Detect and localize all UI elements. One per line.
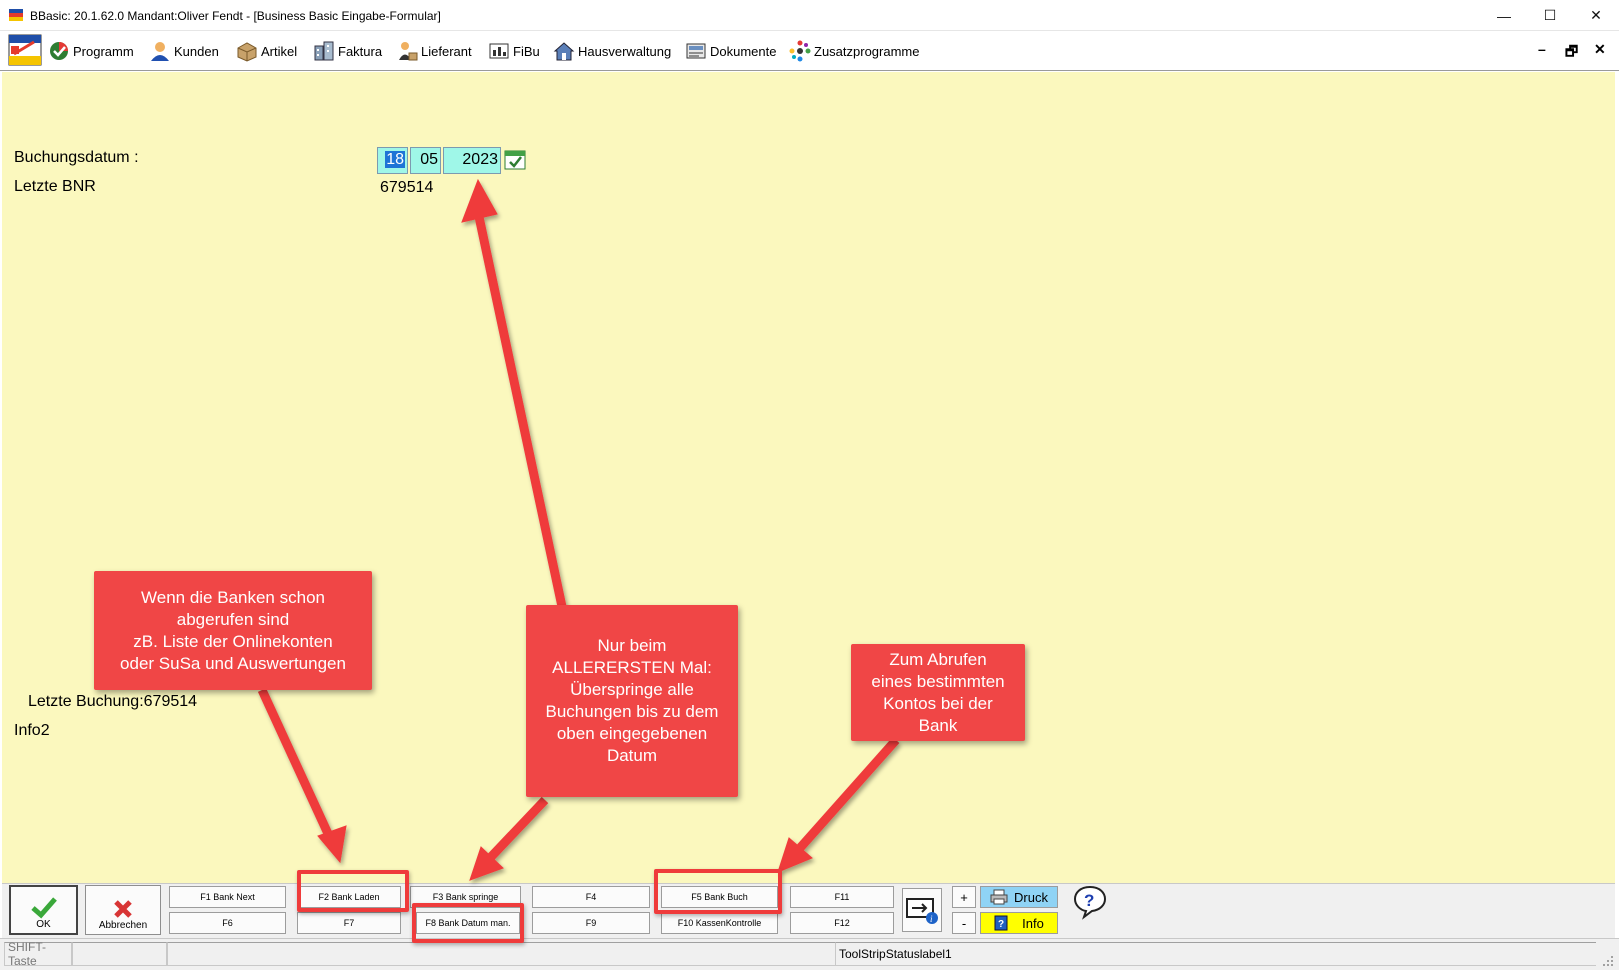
f10-button[interactable]: F10 KassenKontrolle — [661, 912, 778, 934]
hausverwaltung-icon — [553, 42, 575, 61]
svg-text:?: ? — [998, 919, 1004, 930]
programm-icon — [50, 42, 68, 60]
minus-button[interactable]: - — [952, 912, 976, 934]
help-question-icon[interactable]: ? — [1072, 884, 1108, 920]
kunden-icon — [151, 42, 169, 61]
menu-dokumente-label: Dokumente — [710, 43, 777, 59]
menu-lieferant[interactable]: Lieferant — [396, 31, 472, 71]
printer-icon — [990, 889, 1008, 905]
f11-button[interactable]: F11 — [790, 886, 894, 908]
maximize-button[interactable]: ☐ — [1527, 0, 1573, 31]
letzte-bnr-value: 679514 — [380, 179, 434, 196]
dokumente-icon — [686, 43, 706, 59]
title-bar: BBasic: 20.1.62.0 Mandant:Oliver Fendt -… — [0, 0, 1619, 31]
mdi-close-button[interactable]: ✕ — [1594, 41, 1606, 58]
druck-button[interactable]: Druck — [980, 886, 1058, 908]
menu-lieferant-label: Lieferant — [421, 43, 472, 59]
status-empty-2 — [167, 942, 836, 966]
buchungsdatum-label: Buchungsdatum : — [14, 149, 139, 166]
resize-grip-icon[interactable] — [1602, 955, 1614, 967]
menu-artikel[interactable]: Artikel — [236, 31, 297, 71]
mdi-minimize-button[interactable]: – — [1538, 41, 1546, 57]
menu-fibu-label: FiBu — [513, 43, 540, 59]
callout-erstes-mal: Nur beim ALLERERSTEN Mal: Überspringe al… — [526, 605, 738, 797]
f12-button[interactable]: F12 — [790, 912, 894, 934]
callout-banken: Wenn die Banken schon abgerufen sind zB.… — [94, 571, 372, 690]
menu-hausverwaltung[interactable]: Hausverwaltung — [553, 31, 671, 71]
export-info-icon: i — [906, 898, 938, 924]
menu-programm[interactable]: Programm — [48, 31, 134, 71]
highlight-f5 — [654, 869, 782, 914]
cancel-label: Abbrechen — [98, 920, 148, 931]
checkmark-icon — [30, 897, 57, 919]
fibu-icon — [489, 43, 509, 59]
close-button[interactable]: ✕ — [1573, 0, 1619, 31]
menu-kunden[interactable]: Kunden — [149, 31, 219, 71]
status-shift: SHIFT-Taste — [4, 940, 72, 968]
cancel-button[interactable]: Abbrechen — [85, 885, 161, 935]
minimize-button[interactable]: — — [1481, 0, 1527, 31]
date-day-field[interactable]: 18 — [377, 147, 408, 174]
bbasic-logo-icon[interactable] — [8, 34, 42, 66]
svg-text:?: ? — [1084, 891, 1094, 910]
letzte-bnr-label: Letzte BNR — [14, 178, 96, 195]
artikel-icon — [237, 42, 257, 62]
ok-button[interactable]: OK — [9, 885, 78, 935]
druck-label: Druck — [1014, 889, 1048, 905]
f4-button[interactable]: F4 — [532, 886, 650, 908]
ok-label: OK — [36, 919, 51, 930]
form-area — [2, 72, 1615, 884]
menu-faktura-label: Faktura — [338, 43, 383, 59]
info2-label: Info2 — [14, 722, 50, 739]
status-empty-1 — [72, 942, 167, 966]
date-year-field[interactable]: 2023 — [443, 147, 501, 174]
red-x-icon — [114, 900, 132, 918]
info-button[interactable]: ? Info — [980, 912, 1058, 934]
menu-dokumente[interactable]: Dokumente — [685, 31, 776, 71]
highlight-f8 — [412, 903, 524, 943]
app-icon — [9, 9, 23, 21]
export-button[interactable]: i — [902, 888, 942, 932]
calendar-check-icon[interactable] — [504, 148, 526, 170]
menu-faktura[interactable]: Faktura — [313, 31, 382, 71]
menu-kunden-label: Kunden — [174, 43, 219, 59]
highlight-f2 — [297, 870, 409, 912]
letzte-buchung-label: Letzte Buchung:679514 — [28, 693, 198, 710]
menu-hausverwaltung-label: Hausverwaltung — [578, 43, 672, 59]
plus-button[interactable]: + — [952, 886, 976, 908]
menu-fibu[interactable]: FiBu — [488, 31, 540, 71]
status-label1: ToolStripStatuslabel1 — [836, 942, 1596, 966]
lieferant-icon — [399, 42, 418, 61]
date-day-value: 18 — [385, 151, 405, 168]
menu-zusatzprogramme-label: Zusatzprogramme — [814, 43, 920, 59]
callout-abrufen: Zum Abrufen eines bestimmten Kontos bei … — [851, 644, 1025, 741]
f9-button[interactable]: F9 — [532, 912, 650, 934]
menu-zusatzprogramme[interactable]: Zusatzprogramme — [789, 31, 919, 71]
f1-button[interactable]: F1 Bank Next — [169, 886, 286, 908]
f6-button[interactable]: F6 — [169, 912, 286, 934]
info-label: Info — [1022, 915, 1044, 931]
menu-programm-label: Programm — [73, 43, 134, 59]
zusatzprogramme-icon — [789, 40, 811, 62]
menu-bar: Programm Kunden Artikel Faktura Lieferan… — [0, 31, 1619, 71]
date-month-field[interactable]: 05 — [410, 147, 441, 174]
menu-artikel-label: Artikel — [261, 43, 298, 59]
help-book-icon: ? — [994, 915, 1008, 931]
window-title: BBasic: 20.1.62.0 Mandant:Oliver Fendt -… — [30, 9, 441, 23]
mdi-restore-button[interactable]: 🗗 — [1565, 41, 1578, 65]
faktura-icon — [314, 41, 334, 61]
f7-button[interactable]: F7 — [297, 912, 401, 934]
